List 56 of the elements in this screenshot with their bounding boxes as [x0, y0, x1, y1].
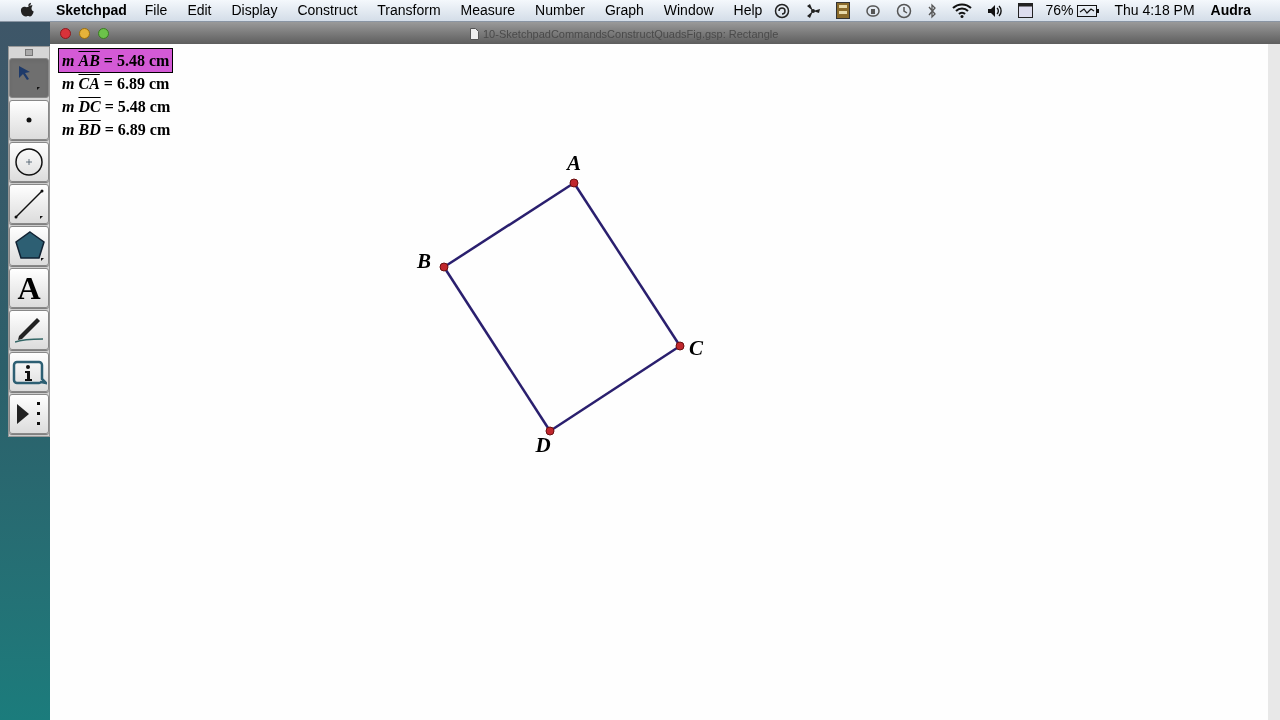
menu-item[interactable]: Construct: [297, 0, 378, 21]
spiral-icon[interactable]: [774, 2, 791, 19]
wifi-icon[interactable]: [952, 3, 973, 18]
point-label: A: [567, 151, 581, 175]
menu-clock[interactable]: Thu 4:18 PM: [1114, 0, 1195, 21]
battery-icon[interactable]: [1077, 4, 1100, 17]
calendar-icon[interactable]: [1018, 3, 1034, 18]
polygon-tool[interactable]: [9, 226, 49, 266]
notebook-icon[interactable]: [836, 2, 851, 19]
information-icon: [11, 359, 47, 385]
menu-item[interactable]: Number: [535, 0, 605, 21]
menu-item[interactable]: Edit: [187, 0, 232, 21]
arrow-tool[interactable]: [9, 58, 49, 98]
length-measurement[interactable]: m CA = 6.89 cm: [59, 72, 173, 95]
user-name[interactable]: Audra: [1210, 0, 1252, 21]
menu-item[interactable]: Transform: [377, 0, 461, 21]
point: [569, 178, 579, 188]
mirroring-icon[interactable]: [865, 2, 882, 19]
compass-tool[interactable]: [9, 142, 49, 182]
polygon-icon: [13, 230, 45, 262]
information-tool[interactable]: [9, 352, 49, 392]
point-icon: [26, 117, 32, 123]
text-tool[interactable]: A: [9, 268, 49, 308]
custom-tool[interactable]: [9, 394, 49, 434]
bluetooth-icon[interactable]: [927, 2, 938, 19]
arrow-icon: [17, 65, 41, 91]
fan-icon[interactable]: [805, 2, 822, 19]
point-label: C: [689, 336, 703, 360]
point-label: D: [535, 433, 551, 457]
menu-item[interactable]: Help: [733, 0, 783, 21]
line-tool[interactable]: [9, 184, 49, 224]
compass-icon: [15, 148, 43, 176]
point: [439, 262, 449, 272]
battery-percent: 76%: [1045, 1, 1074, 20]
menu-item[interactable]: Display: [231, 0, 298, 21]
length-measurement[interactable]: m BD = 6.89 cm: [59, 118, 174, 141]
menu-item[interactable]: Measure: [460, 0, 536, 21]
marker-tool[interactable]: [9, 310, 49, 350]
line-icon: [14, 188, 44, 220]
custom-icon: [17, 402, 41, 426]
length-measurement[interactable]: m AB = 5.48 cm: [59, 49, 173, 72]
point-label: B: [417, 249, 431, 273]
minimize-button[interactable]: [79, 27, 90, 39]
menu-item[interactable]: Graph: [604, 0, 664, 21]
length-measurement[interactable]: m DC = 5.48 cm: [59, 95, 174, 118]
volume-icon[interactable]: [987, 3, 1004, 18]
point: [545, 426, 555, 436]
marker-icon: [14, 316, 44, 344]
toolbox-grip-icon[interactable]: [25, 49, 33, 56]
point: [675, 341, 685, 351]
menu-item[interactable]: Window: [663, 0, 734, 21]
document-icon: [470, 28, 479, 41]
close-button[interactable]: [60, 27, 71, 39]
menu-item[interactable]: File: [144, 0, 188, 21]
clock-icon[interactable]: [896, 2, 913, 19]
app-menu[interactable]: Sketchpad: [56, 0, 145, 21]
